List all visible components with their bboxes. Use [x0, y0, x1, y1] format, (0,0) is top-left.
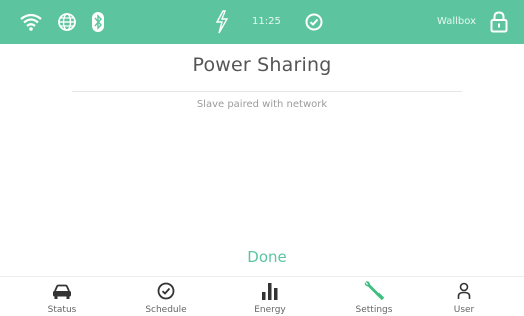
status-time: 11:25: [252, 16, 281, 27]
nav-label-status: Status: [47, 305, 77, 315]
nav-label-schedule: Schedule: [145, 305, 187, 315]
page-title: Power Sharing: [192, 54, 332, 76]
user-icon: [457, 277, 471, 300]
car-icon: [52, 277, 72, 300]
nav-item-user[interactable]: User: [412, 277, 516, 316]
nav-item-schedule[interactable]: Schedule: [114, 277, 218, 316]
check-circle-icon: [304, 0, 324, 44]
wifi-icon[interactable]: [18, 0, 44, 44]
nav-item-energy[interactable]: Energy: [218, 277, 322, 316]
nav-label-settings: Settings: [355, 305, 393, 315]
nav-label-user: User: [453, 305, 475, 315]
clock-check-icon: [157, 277, 175, 300]
power-sharing-icon: [213, 0, 231, 44]
title-divider: [72, 91, 462, 92]
bluetooth-icon[interactable]: [89, 0, 107, 44]
done-button[interactable]: Done: [222, 246, 312, 268]
nav-item-settings[interactable]: Settings: [322, 277, 426, 316]
lock-icon[interactable]: [489, 0, 509, 44]
bar-chart-icon: [261, 277, 279, 300]
status-message: Slave paired with network: [196, 99, 328, 110]
wrench-icon: [363, 277, 385, 300]
nav-item-status[interactable]: Status: [10, 277, 114, 316]
status-bar: 11:25 Wallbox: [0, 0, 524, 44]
nav-label-energy: Energy: [254, 305, 286, 315]
bottom-nav: Status Schedule Energy Settings User: [0, 277, 524, 316]
globe-icon[interactable]: [54, 0, 80, 44]
device-name: Wallbox: [437, 16, 477, 27]
